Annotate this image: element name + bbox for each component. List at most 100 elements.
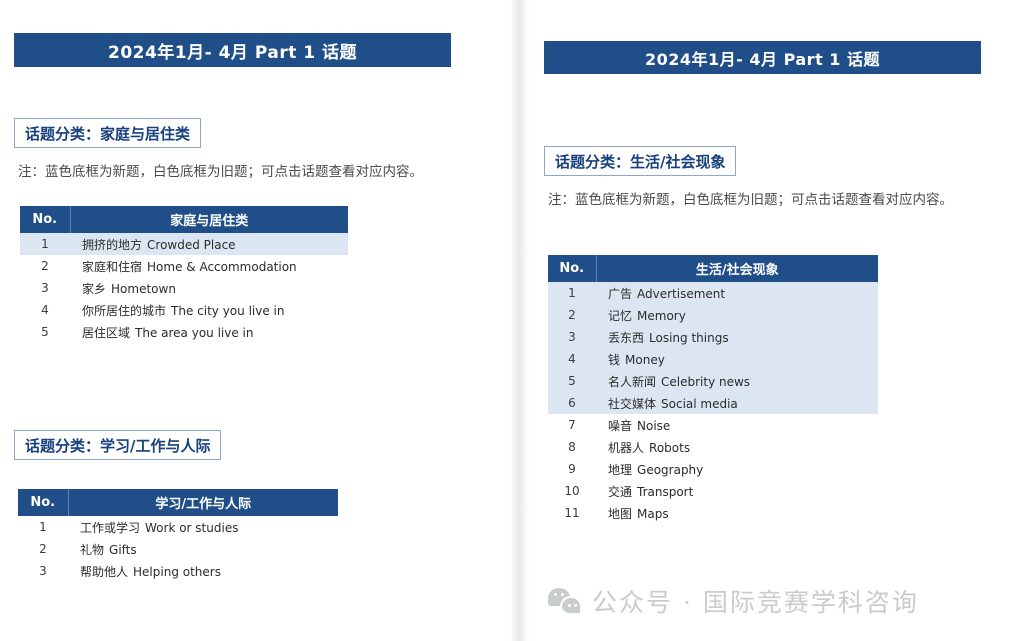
table-row[interactable]: 2 记忆 Memory bbox=[548, 304, 878, 326]
table-row[interactable]: 6 社交媒体 Social media bbox=[548, 392, 878, 414]
row-number: 6 bbox=[548, 392, 596, 414]
table-row[interactable]: 2 家庭和住宿 Home & Accommodation bbox=[20, 255, 348, 277]
row-number: 2 bbox=[20, 255, 70, 277]
topic-table-life-society: No. 生活/社会现象 1 广告 Advertisement 2 记忆 Memory 3 丢东… bbox=[548, 255, 878, 524]
page-title-banner-left: 2024年1月- 4月 Part 1 话题 bbox=[14, 33, 451, 67]
table-row[interactable]: 2 礼物 Gifts bbox=[18, 538, 338, 560]
row-topic[interactable]: 拥挤的地方 Crowded Place bbox=[70, 233, 348, 255]
row-topic[interactable]: 家乡 Hometown bbox=[70, 277, 348, 299]
legend-note-right: 注：蓝色底框为新题，白色底框为旧题；可点击话题查看对应内容。 bbox=[548, 192, 953, 208]
page-left: 2024年1月- 4月 Part 1 话题 话题分类：家庭与居住类 注：蓝色底框… bbox=[0, 0, 510, 641]
row-topic[interactable]: 丢东西 Losing things bbox=[596, 326, 878, 348]
row-topic[interactable]: 礼物 Gifts bbox=[68, 538, 338, 560]
row-topic[interactable]: 广告 Advertisement bbox=[596, 282, 878, 304]
topic-english: The city you live in bbox=[171, 303, 285, 318]
column-header-no: No. bbox=[18, 489, 69, 516]
table-row[interactable]: 4 你所居住的城市 The city you live in bbox=[20, 299, 348, 321]
row-number: 3 bbox=[18, 560, 68, 582]
column-header-topic: 生活/社会现象 bbox=[596, 255, 878, 282]
column-header-topic: 家庭与居住类 bbox=[70, 206, 348, 233]
topic-chinese: 地理 bbox=[608, 462, 633, 477]
wechat-icon bbox=[548, 587, 582, 615]
column-header-no: No. bbox=[548, 255, 597, 282]
row-topic[interactable]: 噪音 Noise bbox=[596, 414, 878, 436]
topic-english: Losing things bbox=[649, 330, 729, 345]
row-number: 8 bbox=[548, 436, 596, 458]
row-number: 4 bbox=[20, 299, 70, 321]
row-number: 1 bbox=[548, 282, 596, 304]
row-topic[interactable]: 名人新闻 Celebrity news bbox=[596, 370, 878, 392]
category-chip-family-housing[interactable]: 话题分类：家庭与居住类 bbox=[14, 118, 202, 148]
table-row[interactable]: 11 地图 Maps bbox=[548, 502, 878, 524]
row-number: 2 bbox=[548, 304, 596, 326]
row-number: 11 bbox=[548, 502, 596, 524]
document-spread: 2024年1月- 4月 Part 1 话题 话题分类：家庭与居住类 注：蓝色底框… bbox=[0, 0, 1024, 641]
row-number: 5 bbox=[20, 321, 70, 343]
topic-english: Helping others bbox=[133, 564, 221, 579]
table-row[interactable]: 1 工作或学习 Work or studies bbox=[18, 516, 338, 538]
row-topic[interactable]: 你所居住的城市 The city you live in bbox=[70, 299, 348, 321]
topic-english: Gifts bbox=[109, 542, 137, 557]
table-row[interactable]: 3 家乡 Hometown bbox=[20, 277, 348, 299]
topic-chinese: 你所居住的城市 bbox=[82, 303, 167, 318]
legend-note-left: 注：蓝色底框为新题，白色底框为旧题；可点击话题查看对应内容。 bbox=[18, 164, 423, 180]
topic-chinese: 记忆 bbox=[608, 308, 633, 323]
row-topic[interactable]: 居住区域 The area you live in bbox=[70, 321, 348, 343]
row-topic[interactable]: 钱 Money bbox=[596, 348, 878, 370]
topic-chinese: 礼物 bbox=[80, 542, 105, 557]
row-topic[interactable]: 地理 Geography bbox=[596, 458, 878, 480]
topic-english: Maps bbox=[637, 506, 669, 521]
footer-watermark: 公众号 · 国际竞赛学科咨询 bbox=[548, 583, 919, 619]
row-topic[interactable]: 社交媒体 Social media bbox=[596, 392, 878, 414]
topic-english: Social media bbox=[661, 396, 738, 411]
row-topic[interactable]: 机器人 Robots bbox=[596, 436, 878, 458]
topic-english: Work or studies bbox=[145, 520, 239, 535]
topic-chinese: 工作或学习 bbox=[80, 520, 141, 535]
row-topic[interactable]: 帮助他人 Helping others bbox=[68, 560, 338, 582]
category-chip-life-society[interactable]: 话题分类：生活/社会现象 bbox=[544, 146, 737, 176]
page-right: 2024年1月- 4月 Part 1 话题 话题分类：生活/社会现象 注：蓝色底… bbox=[530, 0, 1024, 641]
topic-chinese: 广告 bbox=[608, 286, 633, 301]
row-topic[interactable]: 地图 Maps bbox=[596, 502, 878, 524]
page-title-banner-right: 2024年1月- 4月 Part 1 话题 bbox=[544, 41, 981, 74]
table-row[interactable]: 8 机器人 Robots bbox=[548, 436, 878, 458]
row-topic[interactable]: 记忆 Memory bbox=[596, 304, 878, 326]
topic-chinese: 丢东西 bbox=[608, 330, 645, 345]
topic-table-study-work: No. 学习/工作与人际 1 工作或学习 Work or studies 2 礼物 Gif… bbox=[18, 489, 338, 582]
table-row[interactable]: 3 帮助他人 Helping others bbox=[18, 560, 338, 582]
table-row[interactable]: 5 名人新闻 Celebrity news bbox=[548, 370, 878, 392]
row-topic[interactable]: 家庭和住宿 Home & Accommodation bbox=[70, 255, 348, 277]
topic-english: Celebrity news bbox=[661, 374, 751, 389]
topic-chinese: 名人新闻 bbox=[608, 374, 657, 389]
row-number: 9 bbox=[548, 458, 596, 480]
topic-chinese: 居住区域 bbox=[82, 325, 131, 340]
column-header-no: No. bbox=[20, 206, 71, 233]
table-row[interactable]: 7 噪音 Noise bbox=[548, 414, 878, 436]
topic-chinese: 噪音 bbox=[608, 418, 633, 433]
row-number: 3 bbox=[548, 326, 596, 348]
row-number: 1 bbox=[20, 233, 70, 255]
table-row[interactable]: 5 居住区域 The area you live in bbox=[20, 321, 348, 343]
table-row[interactable]: 3 丢东西 Losing things bbox=[548, 326, 878, 348]
row-number: 5 bbox=[548, 370, 596, 392]
topic-english: Noise bbox=[637, 418, 671, 433]
topic-table-family-housing: No. 家庭与居住类 1 拥挤的地方 Crowded Place 2 家庭和住宿 Home… bbox=[20, 206, 348, 343]
row-topic[interactable]: 交通 Transport bbox=[596, 480, 878, 502]
table-row[interactable]: 10 交通 Transport bbox=[548, 480, 878, 502]
topic-chinese: 交通 bbox=[608, 484, 633, 499]
page-gutter-divider bbox=[510, 0, 530, 641]
footer-watermark-text: 公众号 · 国际竞赛学科咨询 bbox=[592, 588, 919, 617]
column-header-topic: 学习/工作与人际 bbox=[68, 489, 338, 516]
row-topic[interactable]: 工作或学习 Work or studies bbox=[68, 516, 338, 538]
topic-chinese: 家庭和住宿 bbox=[82, 259, 143, 274]
row-number: 3 bbox=[20, 277, 70, 299]
table-row[interactable]: 4 钱 Money bbox=[548, 348, 878, 370]
topic-english: Money bbox=[625, 352, 665, 367]
table-row[interactable]: 1 拥挤的地方 Crowded Place bbox=[20, 233, 348, 255]
topic-chinese: 帮助他人 bbox=[80, 564, 129, 579]
category-chip-study-work[interactable]: 话题分类：学习/工作与人际 bbox=[14, 430, 222, 460]
table-row[interactable]: 1 广告 Advertisement bbox=[548, 282, 878, 304]
row-number: 7 bbox=[548, 414, 596, 436]
topic-chinese: 家乡 bbox=[82, 281, 107, 296]
table-row[interactable]: 9 地理 Geography bbox=[548, 458, 878, 480]
